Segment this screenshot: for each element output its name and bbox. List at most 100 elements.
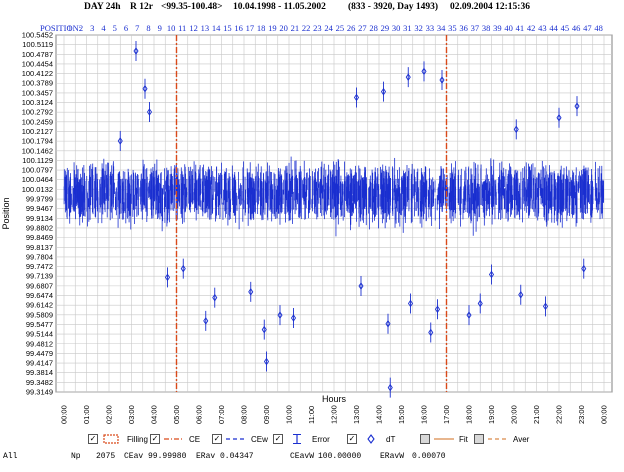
y-tick-label: 99.9467 — [26, 204, 53, 213]
legend-item-fit[interactable]: Fit — [420, 432, 468, 446]
legend-swatch-icon — [434, 438, 454, 440]
legend-swatch-icon — [367, 434, 375, 444]
y-tick-label: 100.2792 — [22, 108, 53, 117]
x-tick-label: 06:00 — [195, 405, 204, 424]
legend-checkbox[interactable]: ✓ — [212, 434, 222, 444]
x-tick-label: 10:00 — [285, 405, 294, 424]
header-count: (833 - 3920, Day 1493) — [348, 2, 438, 12]
y-tick-label: 99.3149 — [26, 388, 53, 397]
x-tick-label: 21:00 — [532, 405, 541, 424]
legend-item-error[interactable]: ✓ Error — [273, 432, 330, 446]
legend-item-filling[interactable]: ✓ Filling — [88, 432, 148, 446]
y-tick-label: 99.4479 — [26, 349, 53, 358]
x-tick-label: 04:00 — [150, 405, 159, 424]
x-tick-label: 02:00 — [105, 405, 114, 424]
y-tick-label: 99.4147 — [26, 359, 53, 368]
y-tick-label: 99.7472 — [26, 262, 53, 271]
legend-label: CE — [189, 434, 201, 444]
y-tick-label: 99.8802 — [26, 223, 53, 232]
x-tick-label: 19:00 — [487, 405, 496, 424]
y-tick-label: 99.5144 — [26, 330, 53, 339]
x-tick-label: 14:00 — [375, 405, 384, 424]
statistics-footer: All Np 2075 CEav 99.99980 ERav 0.04347 C… — [0, 452, 624, 466]
y-tick-label: 100.5452 — [22, 31, 53, 40]
y-tick-label: 100.3789 — [22, 79, 53, 88]
legend-item-ce[interactable]: ✓ CE — [150, 432, 200, 446]
legend-swatch-icon — [226, 438, 246, 440]
y-tick-label: 100.5119 — [22, 40, 53, 49]
x-tick-label: 22:00 — [555, 405, 564, 424]
y-tick-label: 100.0797 — [22, 166, 53, 175]
legend-checkbox[interactable] — [420, 434, 430, 444]
legend-item-aver[interactable]: Aver — [474, 432, 529, 446]
eravw-value: 0.00070 — [412, 452, 446, 461]
legend-swatch-icon — [103, 434, 119, 444]
legend-swatch-icon — [293, 434, 301, 444]
header-dates: 10.04.1998 - 11.05.2002 — [233, 2, 326, 12]
x-axis-title: Hours — [322, 394, 347, 404]
legend-item-dt[interactable]: ✓ dT — [347, 432, 395, 446]
ceav-value: 99.99980 — [148, 452, 187, 461]
y-tick-label: 99.3482 — [26, 378, 53, 387]
x-tick-label: 09:00 — [262, 405, 271, 424]
np-value: 2075 — [96, 452, 116, 461]
y-tick-label: 99.4812 — [26, 339, 53, 348]
x-tick-label: 13:00 — [352, 405, 361, 424]
y-tick-label: 100.0464 — [22, 175, 53, 184]
legend-label: CEw — [251, 434, 268, 444]
legend-checkbox[interactable]: ✓ — [150, 434, 160, 444]
header-timestamp: 02.09.2004 12:15:36 — [450, 2, 530, 12]
y-tick-label: 99.3814 — [26, 368, 53, 377]
x-tick-label: 11:00 — [307, 406, 316, 424]
y-tick-label: 99.6142 — [26, 301, 53, 310]
x-tick-label: 23:00 — [577, 405, 586, 424]
y-tick-label: 100.3457 — [22, 88, 53, 97]
legend-label: Aver — [513, 434, 530, 444]
footer-scope: All — [3, 452, 18, 461]
legend-label: Error — [312, 434, 330, 444]
legend-checkbox[interactable]: ✓ — [88, 434, 98, 444]
x-tick-label: 08:00 — [240, 405, 249, 424]
chart-area: 100.5452100.5119100.4787100.4454100.4122… — [1, 31, 613, 424]
x-tick-label: 00:00 — [60, 405, 69, 424]
y-tick-label: 99.9134 — [26, 214, 53, 223]
y-tick-label: 99.6807 — [26, 281, 53, 290]
y-tick-label: 100.1462 — [22, 146, 53, 155]
legend-label: Filling — [127, 434, 148, 444]
x-tick-label: 00:00 — [600, 405, 609, 424]
legend: ✓ Filling ✓ CE ✓ CEw ✓ Error ✓ dT Fit Aver — [0, 432, 624, 446]
y-tick-label: 100.0132 — [22, 185, 53, 194]
y-tick-label: 100.2127 — [22, 127, 53, 136]
y-tick-label: 99.8137 — [26, 243, 53, 252]
y-tick-label: 100.4454 — [22, 59, 53, 68]
y-tick-label: 100.2459 — [22, 117, 53, 126]
chart-header: DAY 24h R 12r <99.35-100.48> 10.04.1998 … — [0, 2, 624, 16]
ceavw-value: 100.00000 — [318, 452, 362, 461]
y-tick-label: 100.4787 — [22, 50, 53, 59]
x-tick-label: 07:00 — [217, 405, 226, 424]
y-tick-label: 99.5809 — [26, 310, 53, 319]
erav-value: 0.04347 — [220, 452, 254, 461]
y-tick-label: 99.7804 — [26, 252, 53, 261]
legend-item-cew[interactable]: ✓ CEw — [212, 432, 268, 446]
header-range: <99.35-100.48> — [161, 2, 223, 12]
y-tick-label: 99.9799 — [26, 195, 53, 204]
legend-checkbox[interactable]: ✓ — [273, 434, 283, 444]
y-tick-label: 100.1794 — [22, 137, 53, 146]
x-tick-label: 05:00 — [172, 405, 181, 424]
header-mode: R 12r — [130, 2, 153, 12]
legend-label: Fit — [459, 434, 468, 444]
legend-checkbox[interactable] — [474, 434, 484, 444]
eravw-label: ERavW — [380, 452, 405, 461]
x-tick-label: 03:00 — [127, 405, 136, 424]
x-tick-label: 16:00 — [420, 405, 429, 424]
np-label: Np — [71, 452, 81, 461]
legend-checkbox[interactable]: ✓ — [347, 434, 357, 444]
y-tick-label: 99.8469 — [26, 233, 53, 242]
x-tick-label: 15:00 — [397, 405, 406, 424]
y-tick-label: 100.3124 — [22, 98, 53, 107]
y-tick-label: 99.5477 — [26, 320, 53, 329]
legend-label: dT — [386, 434, 396, 444]
x-tick-label: 18:00 — [465, 405, 474, 424]
ceav-label: CEav — [124, 452, 144, 461]
